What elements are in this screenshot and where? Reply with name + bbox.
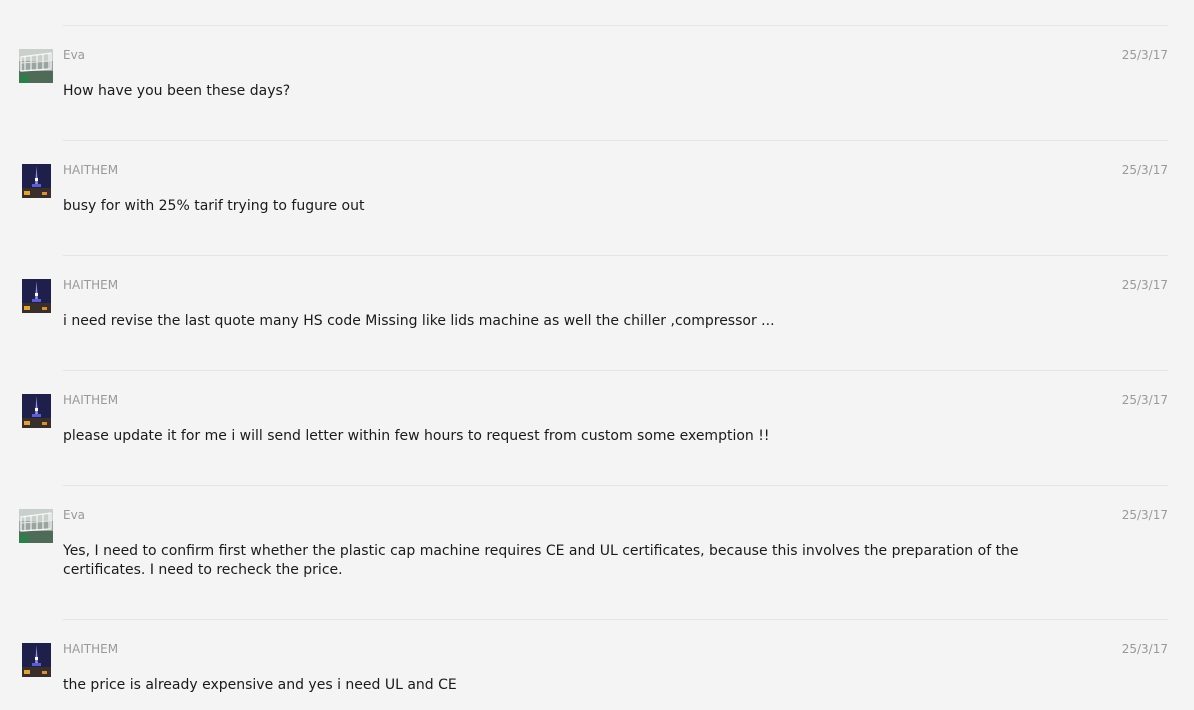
message-text: the price is already expensive and yes i… (63, 677, 457, 693)
sender-name: HAITHEM (63, 393, 119, 407)
message-text: How have you been these days? (63, 83, 291, 99)
haithem-avatar[interactable] (22, 279, 51, 313)
divider (63, 255, 1168, 256)
haithem-avatar[interactable] (22, 394, 51, 428)
divider (63, 619, 1168, 620)
sender-name: Eva (63, 48, 86, 62)
message-date: 25/3/17 (1121, 393, 1168, 407)
sender-name: HAITHEM (63, 163, 119, 177)
message-text: busy for with 25% tarif trying to fugure… (63, 198, 365, 214)
sender-name: Eva (63, 508, 86, 522)
eva-avatar[interactable] (19, 509, 53, 543)
haithem-avatar[interactable] (22, 643, 51, 677)
chat-thread: Eva 25/3/17 How have you been these days… (0, 0, 1194, 710)
message-text: Yes, I need to confirm first whether the… (63, 543, 1019, 578)
message-date: 25/3/17 (1121, 163, 1168, 177)
message-date: 25/3/17 (1121, 48, 1168, 62)
divider (63, 370, 1168, 371)
divider (63, 25, 1168, 26)
sender-name: HAITHEM (63, 278, 119, 292)
sender-name: HAITHEM (63, 642, 119, 656)
eva-avatar[interactable] (19, 49, 53, 83)
haithem-avatar[interactable] (22, 164, 51, 198)
message-date: 25/3/17 (1121, 278, 1168, 292)
message-text: i need revise the last quote many HS cod… (63, 313, 775, 329)
divider (63, 140, 1168, 141)
message-date: 25/3/17 (1121, 642, 1168, 656)
message-text: please update it for me i will send lett… (63, 428, 770, 444)
divider (63, 485, 1168, 486)
message-date: 25/3/17 (1121, 508, 1168, 522)
